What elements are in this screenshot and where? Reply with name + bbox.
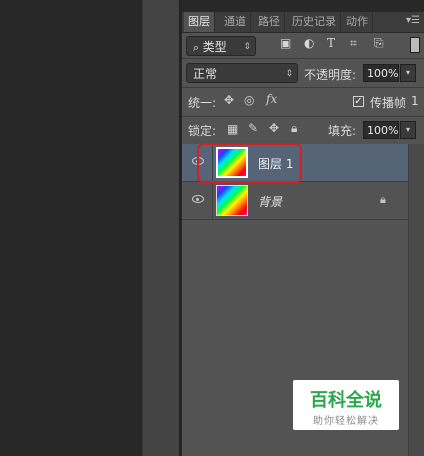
text-filter-icon[interactable]: T	[327, 36, 335, 50]
opacity-slider-button[interactable]: ▾	[400, 64, 416, 82]
layer-thumbnail	[216, 185, 248, 216]
tab-paths[interactable]: 路径	[254, 12, 285, 32]
image-filter-icon[interactable]: ▣	[280, 36, 291, 50]
chevron-updown-icon: ⇕	[243, 42, 251, 52]
tab-channels[interactable]: 通道	[220, 12, 251, 32]
unify-position-icon[interactable]: ✥	[224, 93, 234, 107]
shape-filter-icon[interactable]: ⌗	[350, 36, 357, 51]
propagate-frame-number: 1	[411, 94, 419, 108]
layer-name[interactable]: 背景	[258, 193, 282, 210]
visibility-toggle[interactable]	[182, 182, 213, 219]
filter-kind-label: 类型	[202, 40, 227, 54]
unify-visibility-icon[interactable]: ◎	[244, 93, 254, 107]
lock-icon: 🔒︎	[380, 193, 386, 206]
propagate-frame-label: 传播帧	[370, 96, 407, 110]
search-icon: ⌕	[193, 41, 203, 54]
opacity-label: 不透明度:	[304, 68, 357, 82]
annotation-highlight	[197, 143, 302, 183]
eye-icon	[192, 195, 204, 203]
watermark-subtitle: 助你轻松解决	[313, 416, 379, 427]
blend-mode-value: 正常	[193, 67, 218, 81]
filter-toggle-switch[interactable]	[410, 37, 420, 53]
chevron-updown-icon: ⇕	[285, 69, 293, 79]
fill-slider-button[interactable]: ▾	[400, 121, 416, 139]
watermark-logo: 百科全说 助你轻松解决	[293, 380, 399, 430]
panel-dock-strip	[142, 0, 181, 456]
filter-kind-dropdown[interactable]: ⌕ 类型 ⇕	[186, 36, 256, 56]
panel-menu-icon[interactable]: ▾☰	[406, 15, 420, 26]
canvas-area	[0, 0, 142, 456]
lock-all-icon[interactable]: 🔒︎	[291, 121, 297, 136]
lock-image-pixels-icon[interactable]: ✎	[248, 121, 258, 135]
blend-mode-dropdown[interactable]: 正常 ⇕	[186, 63, 298, 83]
unify-label: 统一:	[188, 96, 217, 110]
tab-layers[interactable]: 图层	[184, 12, 215, 32]
adjustment-filter-icon[interactable]: ◐	[304, 36, 314, 50]
layers-scrollbar[interactable]	[408, 144, 424, 456]
tab-history[interactable]: 历史记录	[288, 12, 341, 32]
watermark-title: 百科全说	[310, 390, 382, 411]
fill-label: 填充:	[328, 124, 357, 138]
panel-tab-bar: 图层 通道 路径 历史记录 动作 ▾☰	[182, 12, 424, 33]
opacity-input[interactable]: 100%	[363, 64, 399, 82]
fill-input[interactable]: 100%	[363, 121, 399, 139]
layer-row[interactable]: 背景 🔒︎	[182, 182, 408, 219]
smart-object-filter-icon[interactable]: ⎘	[374, 36, 384, 51]
unify-style-icon[interactable]: fx	[266, 92, 277, 106]
lock-position-icon[interactable]: ✥	[269, 121, 279, 135]
lock-label: 锁定:	[188, 124, 217, 138]
lock-transparent-pixels-icon[interactable]: ▦	[227, 122, 238, 136]
propagate-frame-checkbox[interactable]: ✓	[353, 96, 364, 107]
tab-actions[interactable]: 动作	[342, 12, 373, 32]
